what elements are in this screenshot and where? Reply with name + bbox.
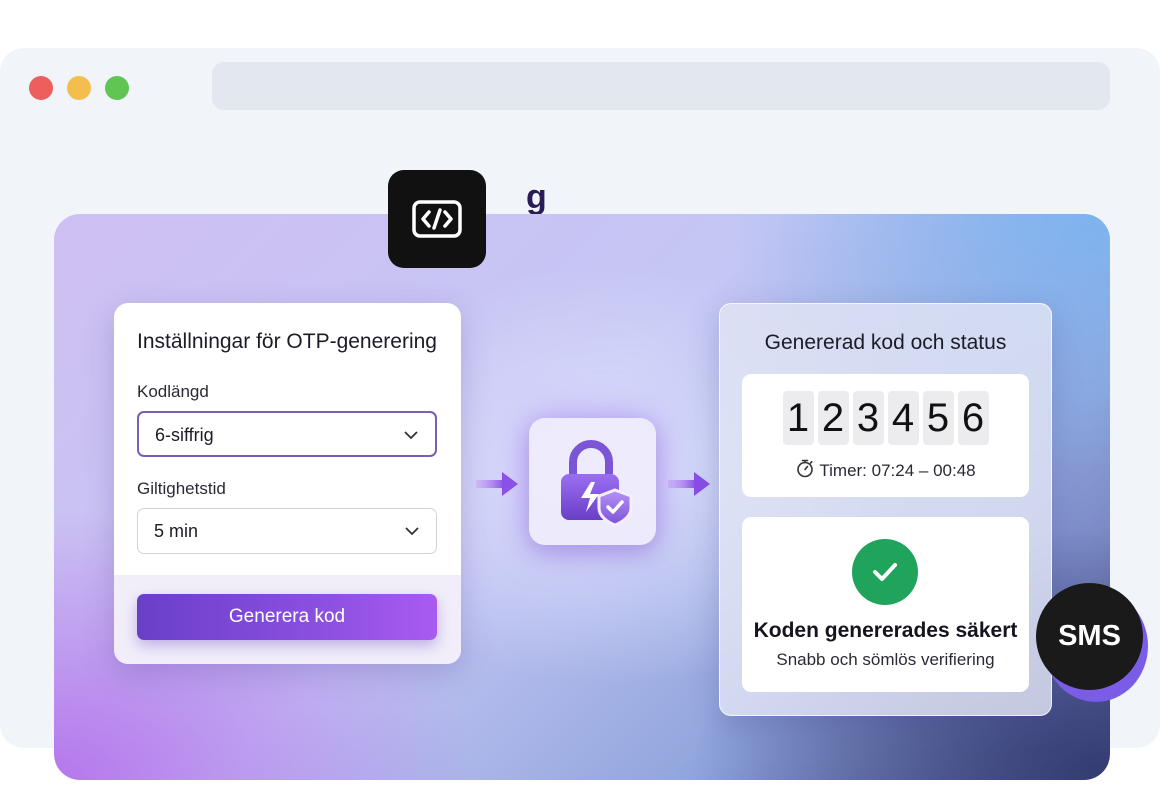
code-length-select[interactable]: 6-siffrig [137,411,437,457]
window-maximize-button[interactable] [105,76,129,100]
status-subtitle: Snabb och sömlös verifiering [776,650,995,669]
chevron-down-icon [403,427,419,448]
status-card: Koden genererades säkert Snabb och sömlö… [742,517,1029,692]
timer-row: Timer: 07:24 – 00:48 [742,458,1029,483]
window-close-button[interactable] [29,76,53,100]
otp-settings-panel: Inställningar för OTP-generering Kodläng… [114,303,461,664]
window-minimize-button[interactable] [67,76,91,100]
secure-lock-icon [529,418,656,545]
timer-text: Timer: 07:24 – 00:48 [819,460,976,480]
validity-select[interactable]: 5 min [137,508,437,554]
validity-label: Giltighetstid [137,479,226,498]
chevron-down-icon [404,523,420,544]
checkmark-icon [852,539,918,605]
otp-digit: 4 [887,391,919,445]
settings-panel-title: Inställningar för OTP-generering [137,330,437,353]
status-title: Koden genererades säkert [753,619,1018,642]
validity-value: 5 min [154,521,199,541]
code-brackets-icon [388,170,486,268]
otp-digit: 2 [817,391,849,445]
code-length-label: Kodlängd [137,382,209,401]
stopwatch-icon [795,458,815,483]
otp-digit: 6 [957,391,989,445]
otp-digit: 3 [852,391,884,445]
result-panel-title: Genererad kod och status [764,331,1007,354]
otp-code: 1 2 3 4 5 6 [742,391,1029,445]
address-bar[interactable] [212,62,1110,110]
otp-digit: 1 [782,391,814,445]
arrow-right-icon [476,470,520,503]
generate-code-button[interactable]: Generera kod [137,594,437,640]
sms-badge: SMS [1036,583,1143,690]
otp-code-card: 1 2 3 4 5 6 Timer: 07:24 – 00:48 [742,374,1029,497]
arrow-right-icon [668,470,712,503]
code-length-value: 6-siffrig [155,425,214,445]
otp-digit: 5 [922,391,954,445]
generated-code-panel: Genererad kod och status 1 2 3 4 5 6 Tim… [719,303,1052,716]
